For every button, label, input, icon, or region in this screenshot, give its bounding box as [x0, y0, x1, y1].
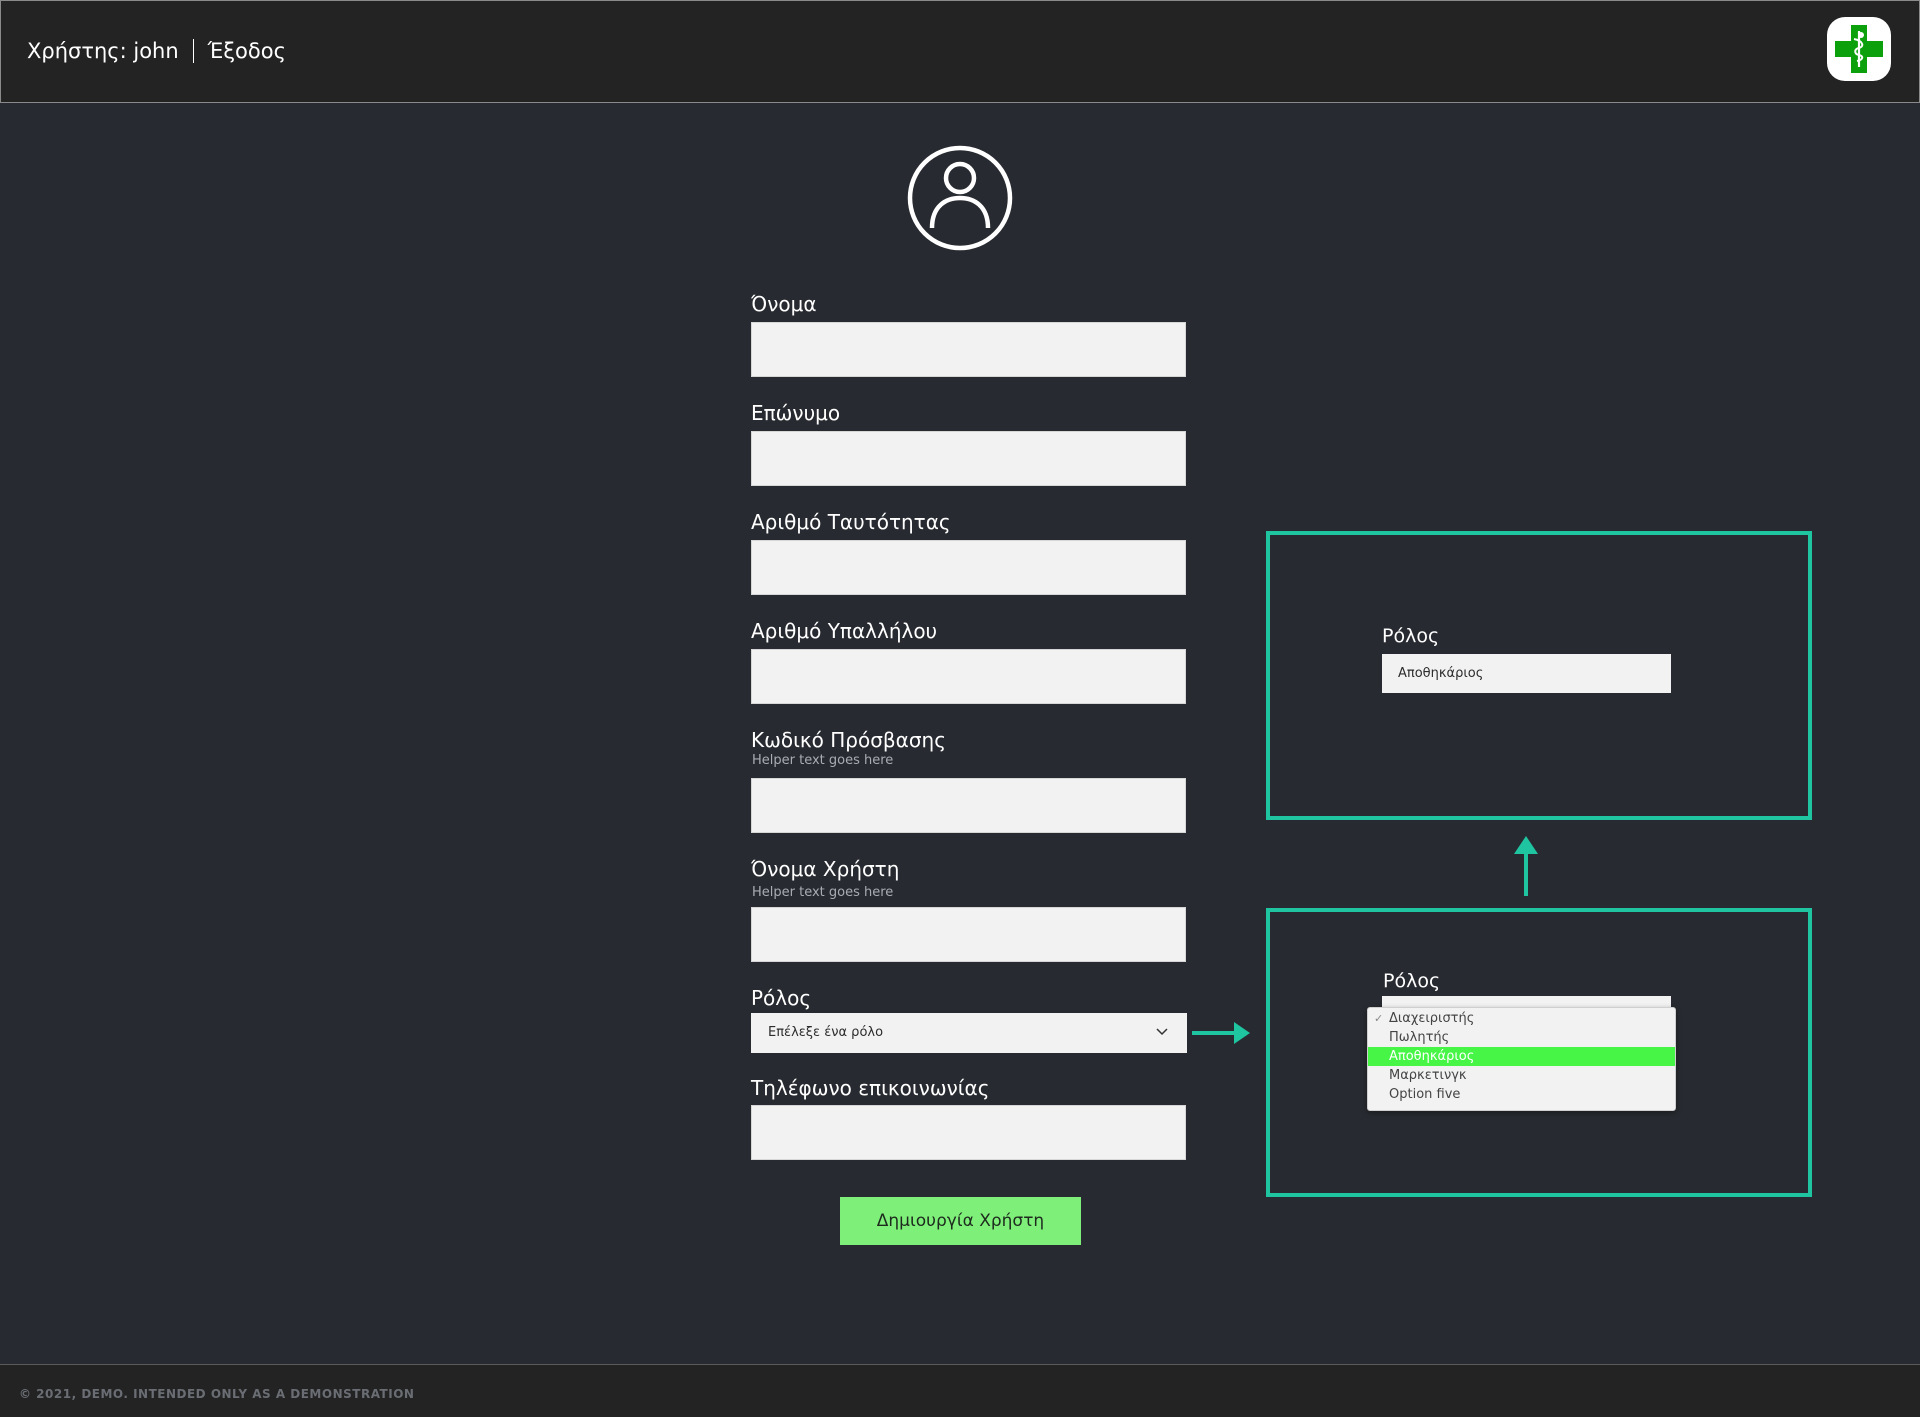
user-info: Χρήστης: john Έξοδος — [27, 39, 286, 63]
role-option[interactable]: ✓ Διαχειριστής — [1368, 1009, 1675, 1028]
header-divider — [192, 39, 194, 63]
password-helper-text: Helper text goes here — [752, 753, 894, 768]
id-number-label: Αριθμό Ταυτότητας — [751, 510, 951, 534]
role-dropdown-list[interactable]: ✓ Διαχειριστής Πωλητής Αποθηκάριος Μαρκε… — [1367, 1007, 1676, 1111]
role-option-highlighted[interactable]: Αποθηκάριος — [1368, 1047, 1675, 1066]
role-dropdown-example-label: Ρόλος — [1383, 970, 1441, 992]
phone-input[interactable] — [751, 1105, 1186, 1160]
id-number-input[interactable] — [751, 540, 1186, 595]
footer-copyright: © 2021, DEMO. INTENDED ONLY AS A DEMONST… — [19, 1387, 415, 1401]
username-input[interactable] — [751, 907, 1186, 962]
username-helper-text: Helper text goes here — [752, 885, 894, 900]
top-header: Χρήστης: john Έξοδος — [0, 0, 1920, 103]
user-avatar-icon — [907, 145, 1013, 251]
chevron-down-icon — [1156, 1028, 1168, 1036]
create-user-button[interactable]: Δημιουργία Χρήστη — [840, 1197, 1081, 1245]
logout-link[interactable]: Έξοδος — [208, 39, 286, 63]
role-option[interactable]: Option five — [1368, 1085, 1675, 1104]
employee-number-label: Αριθμό Υπαλλήλου — [751, 619, 938, 643]
username-label: Όνομα Χρήστη — [751, 857, 900, 881]
current-user-label: Χρήστης: john — [27, 39, 179, 63]
role-select-placeholder: Επέλεξε ένα ρόλο — [768, 1025, 884, 1040]
role-select[interactable]: Επέλεξε ένα ρόλο — [751, 1013, 1187, 1053]
pharmacy-cross-icon — [1835, 25, 1883, 73]
check-icon: ✓ — [1374, 1012, 1384, 1025]
last-name-input[interactable] — [751, 431, 1186, 486]
employee-number-input[interactable] — [751, 649, 1186, 704]
role-label: Ρόλος — [751, 986, 812, 1010]
password-label: Κωδικό Πρόσβασης — [751, 728, 946, 752]
phone-label: Τηλέφωνο επικοινωνίας — [751, 1076, 990, 1100]
page-footer: © 2021, DEMO. INTENDED ONLY AS A DEMONST… — [0, 1364, 1920, 1417]
arrow-up-icon — [1514, 836, 1538, 896]
last-name-label: Επώνυμο — [751, 401, 841, 425]
first-name-label: Όνομα — [751, 292, 817, 316]
role-option[interactable]: Πωλητής — [1368, 1028, 1675, 1047]
pharmacy-logo — [1827, 17, 1891, 81]
role-selected-value: Αποθηκάριος — [1382, 654, 1671, 693]
first-name-input[interactable] — [751, 322, 1186, 377]
password-input[interactable] — [751, 778, 1186, 833]
arrow-right-icon — [1192, 1022, 1250, 1044]
role-option[interactable]: Μαρκετινγκ — [1368, 1066, 1675, 1085]
role-example-label: Ρόλος — [1382, 625, 1440, 647]
